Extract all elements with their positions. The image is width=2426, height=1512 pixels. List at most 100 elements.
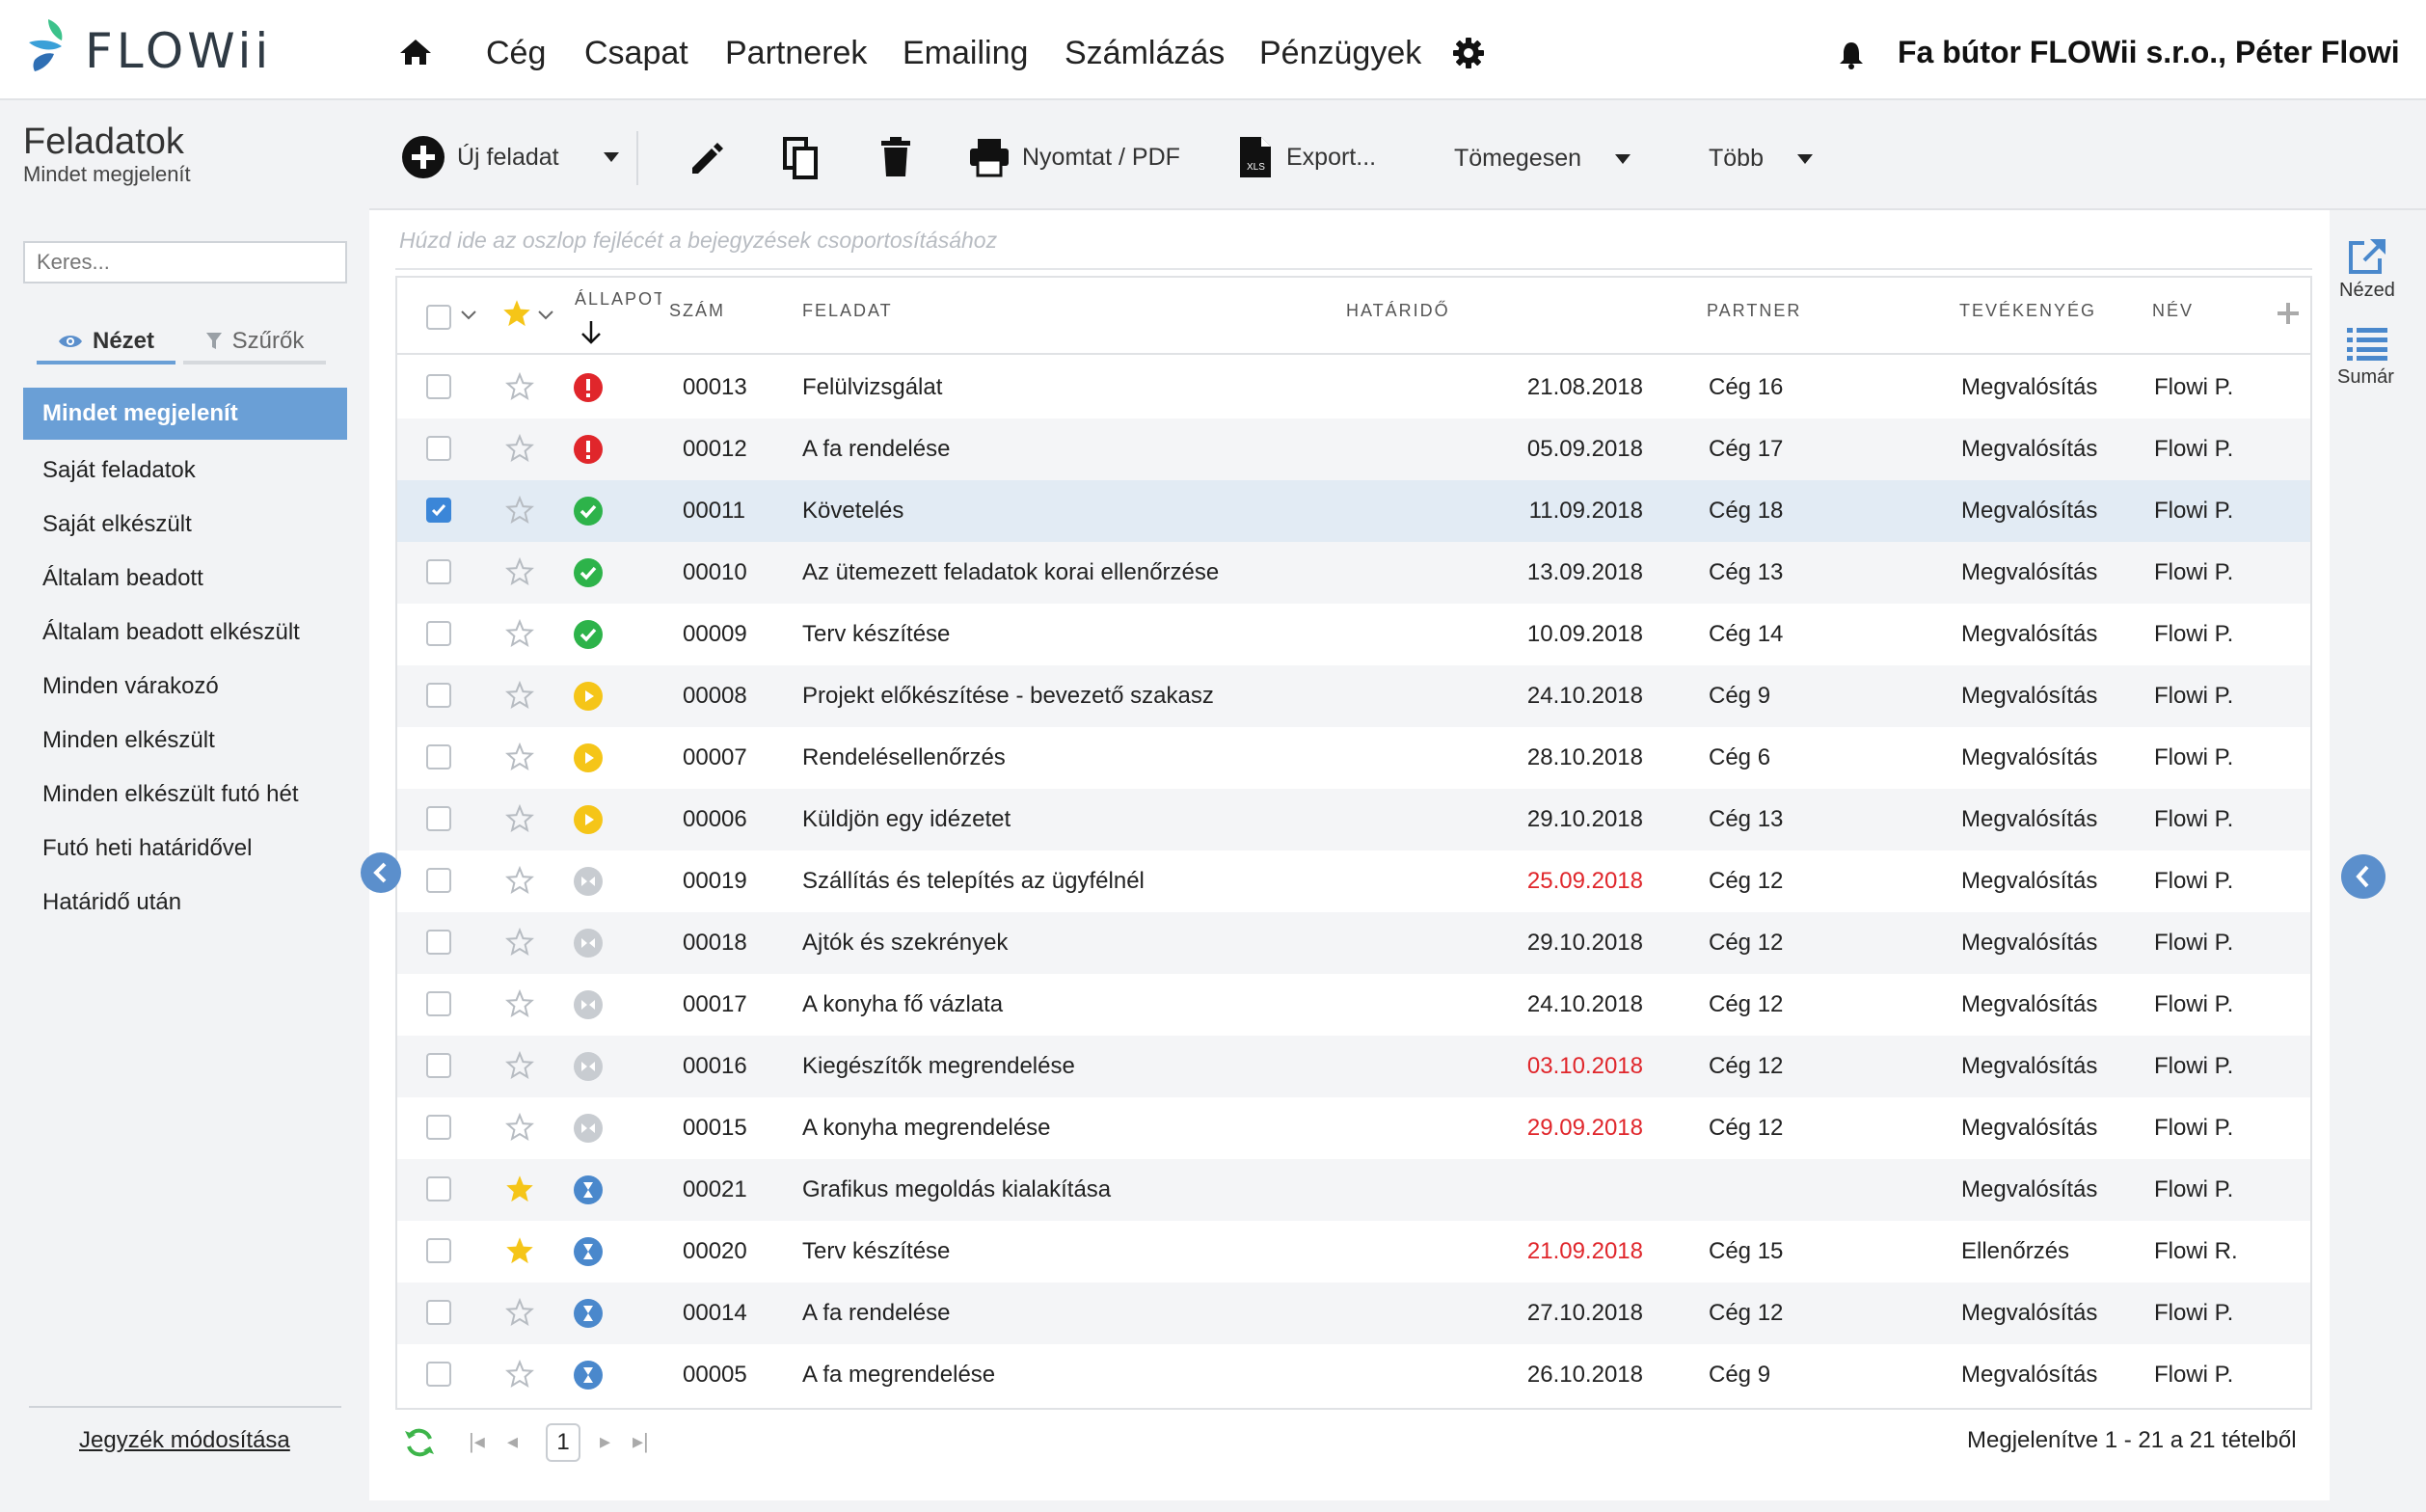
group-by-drop-zone[interactable]: Húzd ide az oszlop fejlécét a bejegyzése… — [399, 228, 997, 254]
sort-arrow-down-icon[interactable] — [580, 320, 602, 345]
star-outline-icon[interactable] — [505, 1113, 534, 1142]
nav-ceg[interactable]: Cég — [486, 35, 546, 72]
new-task-button[interactable]: Új feladat — [401, 135, 559, 179]
column-header-status[interactable]: ÁLLAPOT — [575, 289, 661, 310]
row-checkbox[interactable] — [426, 1176, 451, 1202]
table-row[interactable]: 00018 Ajtók és szekrények 29.10.2018 Cég 12… — [397, 912, 2310, 974]
row-checkbox[interactable] — [426, 374, 451, 399]
collapse-sidebar-button[interactable] — [361, 852, 401, 893]
table-row[interactable]: 00008 Projekt előkészítése - bevezető sza… — [397, 665, 2310, 727]
star-outline-icon[interactable] — [505, 557, 534, 586]
cell-partner[interactable]: Cég 9 — [1709, 683, 1770, 710]
cell-task[interactable]: A konyha megrendelése — [802, 1115, 1051, 1142]
table-row[interactable]: 00016 Kiegészítők megrendelése 03.10.2018 C… — [397, 1036, 2310, 1097]
sidebar-item-deadline-this-week[interactable]: Futó heti határidővel — [42, 835, 252, 862]
logo-text[interactable]: FLOWii — [85, 23, 272, 79]
star-outline-icon[interactable] — [505, 928, 534, 957]
star-filled-icon[interactable] — [501, 299, 532, 328]
column-header-partner[interactable]: PARTNER — [1707, 301, 1801, 321]
chevron-down-icon[interactable] — [461, 310, 476, 320]
nav-partnerek[interactable]: Partnerek — [725, 35, 867, 72]
sidebar-item-own-done[interactable]: Saját elkészült — [42, 511, 192, 538]
table-row[interactable]: 00007 Rendelésellenőrzés 28.10.2018 Cég 6 Me… — [397, 727, 2310, 789]
first-page-icon[interactable]: |◂ — [469, 1429, 485, 1454]
flowii-logo-icon[interactable] — [25, 17, 83, 79]
last-page-icon[interactable]: ▸| — [633, 1429, 649, 1454]
nav-emailing[interactable]: Emailing — [903, 35, 1028, 72]
external-link-icon[interactable] — [2347, 237, 2387, 276]
nav-penzugyek[interactable]: Pénzügyek — [1259, 35, 1421, 72]
row-checkbox[interactable] — [426, 621, 451, 646]
table-row[interactable]: 00014 A fa rendelése 27.10.2018 Cég 12 Megva… — [397, 1282, 2310, 1344]
cell-partner[interactable]: Cég 12 — [1709, 868, 1783, 895]
table-row[interactable]: 00006 Küldjön egy idézetet 29.10.2018 Cég 1… — [397, 789, 2310, 850]
star-filled-icon[interactable] — [505, 1174, 534, 1203]
cell-partner[interactable]: Cég 13 — [1709, 806, 1783, 833]
cell-partner[interactable]: Cég 12 — [1709, 1115, 1783, 1142]
table-row[interactable]: 00019 Szállítás és telepítés az ügyfélnél… — [397, 850, 2310, 912]
star-outline-icon[interactable] — [505, 1051, 534, 1080]
prev-page-icon[interactable]: ◂ — [507, 1429, 518, 1454]
table-row[interactable]: 00020 Terv készítése 21.09.2018 Cég 15 Ellen… — [397, 1221, 2310, 1282]
sidebar-item-all-waiting[interactable]: Minden várakozó — [42, 673, 219, 700]
star-outline-icon[interactable] — [505, 866, 534, 895]
home-icon[interactable] — [399, 39, 432, 66]
modify-list-link[interactable]: Jegyzék módosítása — [79, 1427, 290, 1454]
cell-partner[interactable]: Cég 6 — [1709, 744, 1770, 771]
row-checkbox[interactable] — [426, 1362, 451, 1387]
sidebar-item-all-done[interactable]: Minden elkészült — [42, 727, 215, 754]
gear-icon[interactable] — [1452, 37, 1485, 69]
sidebar-item-show-all[interactable]: Mindet megjelenít — [23, 388, 347, 440]
cell-task[interactable]: Küldjön egy idézetet — [802, 806, 1011, 833]
column-header-name[interactable]: NÉV — [2152, 301, 2194, 321]
sidebar-item-done-this-week[interactable]: Minden elkészült futó hét — [42, 781, 299, 808]
view-panel-label[interactable]: Nézed — [2339, 280, 2395, 302]
cell-task[interactable]: Projekt előkészítése - bevezető szakasz — [802, 683, 1214, 710]
bell-icon[interactable] — [1838, 40, 1865, 69]
row-checkbox[interactable] — [426, 868, 451, 893]
row-checkbox[interactable] — [426, 683, 451, 708]
cell-task[interactable]: Követelés — [802, 498, 903, 525]
table-row[interactable]: 00017 A konyha fő vázlata 24.10.2018 Cég 12… — [397, 974, 2310, 1036]
cell-task[interactable]: Szállítás és telepítés az ügyfélnél — [802, 868, 1145, 895]
cell-partner[interactable]: Cég 12 — [1709, 1053, 1783, 1080]
star-outline-icon[interactable] — [505, 989, 534, 1018]
row-checkbox[interactable] — [426, 991, 451, 1016]
table-row[interactable]: 00010 Az ütemezett feladatok korai ellenő… — [397, 542, 2310, 604]
cell-task[interactable]: Terv készítése — [802, 1238, 950, 1265]
star-outline-icon[interactable] — [505, 434, 534, 463]
cell-task[interactable]: Rendelésellenőrzés — [802, 744, 1006, 771]
table-row[interactable]: 00005 A fa megrendelése 26.10.2018 Cég 9 Meg… — [397, 1344, 2310, 1406]
expand-right-panel-button[interactable] — [2341, 854, 2386, 899]
summary-panel-label[interactable]: Sumár — [2337, 366, 2394, 389]
sidebar-search-input[interactable] — [23, 241, 347, 284]
table-row[interactable]: 00009 Terv készítése 10.09.2018 Cég 14 Megva… — [397, 604, 2310, 665]
star-outline-icon[interactable] — [505, 496, 534, 525]
star-filled-icon[interactable] — [505, 1236, 534, 1265]
list-icon[interactable] — [2347, 328, 2387, 361]
cell-task[interactable]: Terv készítése — [802, 621, 950, 648]
cell-task[interactable]: Kiegészítők megrendelése — [802, 1053, 1075, 1080]
column-header-number[interactable]: SZÁM — [669, 301, 725, 321]
cell-partner[interactable]: Cég 15 — [1709, 1238, 1783, 1265]
star-outline-icon[interactable] — [505, 1360, 534, 1389]
cell-partner[interactable]: Cég 14 — [1709, 621, 1783, 648]
tab-filters[interactable]: Szűrők — [183, 322, 326, 364]
add-column-icon[interactable] — [2276, 301, 2301, 326]
cell-task[interactable]: Grafikus megoldás kialakítása — [802, 1176, 1111, 1203]
cell-partner[interactable]: Cég 18 — [1709, 498, 1783, 525]
row-checkbox[interactable] — [426, 559, 451, 584]
refresh-icon[interactable] — [403, 1427, 436, 1458]
table-row[interactable]: 00011 Követelés 11.09.2018 Cég 18 Megvalósít… — [397, 480, 2310, 542]
cell-task[interactable]: A fa rendelése — [802, 1300, 950, 1327]
sidebar-item-submitted-done[interactable]: Általam beadott elkészült — [42, 619, 300, 646]
column-header-deadline[interactable]: HATÁRIDŐ — [1346, 301, 1450, 321]
star-outline-icon[interactable] — [505, 742, 534, 771]
new-task-dropdown-icon[interactable] — [602, 150, 621, 164]
cell-partner[interactable]: Cég 13 — [1709, 559, 1783, 586]
row-checkbox[interactable] — [426, 744, 451, 770]
row-checkbox[interactable] — [426, 1300, 451, 1325]
row-checkbox[interactable] — [426, 1115, 451, 1140]
cell-partner[interactable]: Cég 16 — [1709, 374, 1783, 401]
cell-partner[interactable]: Cég 12 — [1709, 991, 1783, 1018]
